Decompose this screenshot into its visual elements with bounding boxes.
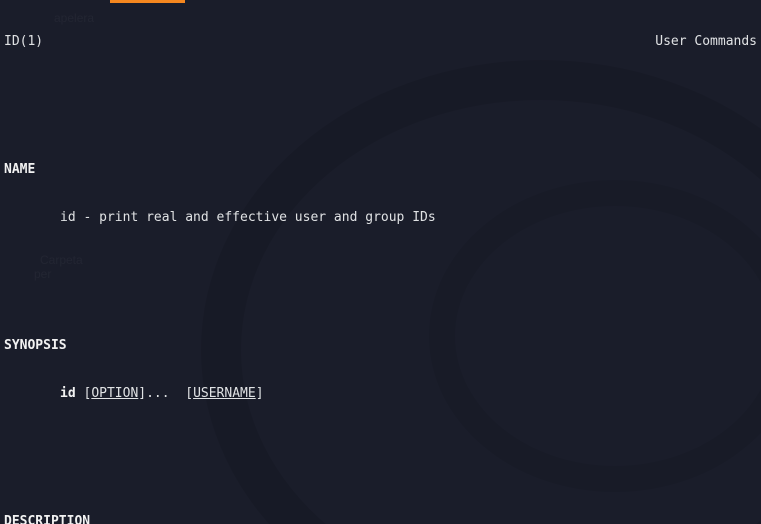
synopsis-arg: OPTION	[91, 386, 138, 401]
synopsis-arg: USERNAME	[193, 386, 256, 401]
man-page: ID(1) User Commands NAME id - print real…	[0, 0, 761, 524]
synopsis-sep: ]... [	[138, 386, 193, 401]
man-header-left: ID(1)	[4, 34, 43, 50]
synopsis-cmd: id	[60, 386, 76, 401]
section-heading-description: DESCRIPTION	[4, 514, 757, 524]
name-text: id - print real and effective user and g…	[4, 210, 757, 226]
synopsis-close: ]	[256, 386, 264, 401]
man-header: ID(1) User Commands	[4, 34, 757, 50]
section-heading-synopsis: SYNOPSIS	[4, 338, 757, 354]
section-heading-name: NAME	[4, 162, 757, 178]
synopsis-line: id [OPTION]... [USERNAME]	[4, 386, 757, 402]
man-header-right: User Commands	[655, 34, 757, 50]
